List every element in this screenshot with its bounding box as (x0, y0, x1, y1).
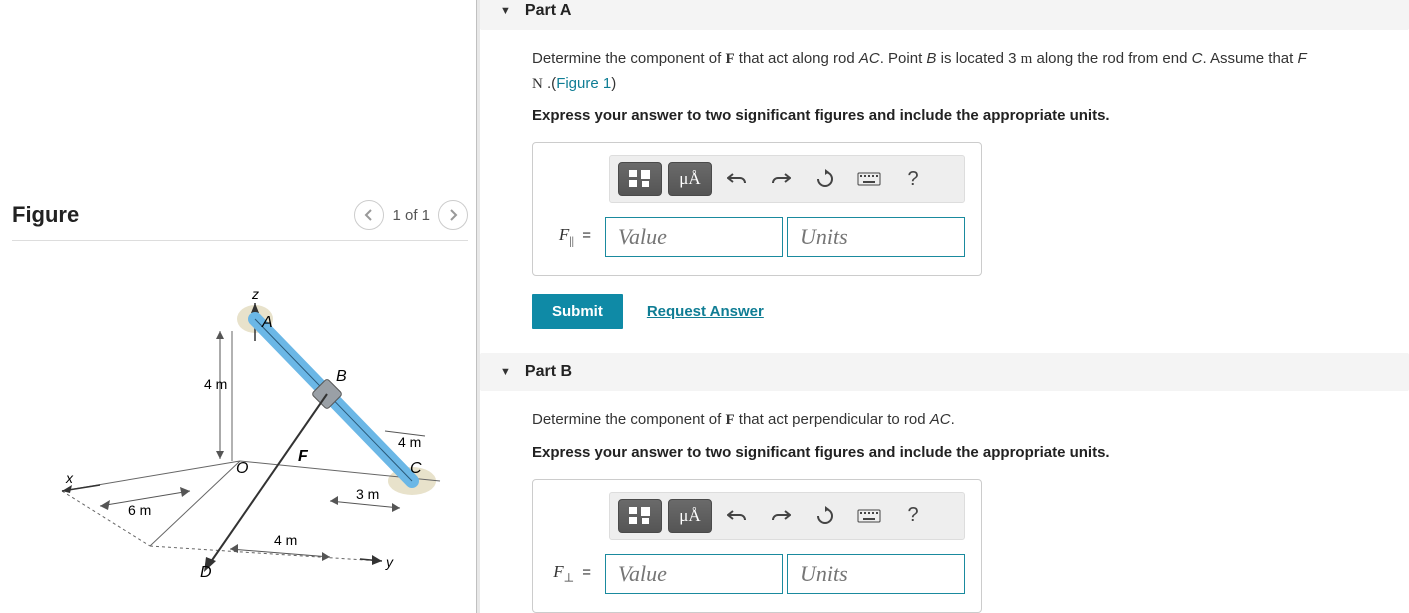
redo-button[interactable] (762, 499, 800, 533)
fraction-template-icon (627, 168, 653, 190)
part-a-prompt: Determine the component of F that act al… (532, 48, 1409, 71)
problem-panel: ▼ Part A Determine the component of F th… (480, 0, 1409, 613)
redo-icon (771, 171, 791, 187)
redo-button[interactable] (762, 162, 800, 196)
part-b-units-input[interactable] (787, 554, 965, 594)
pager-label: 1 of 1 (392, 207, 430, 224)
axis-x-label: x (65, 470, 74, 486)
collapse-triangle-icon: ▼ (500, 5, 511, 17)
undo-icon (727, 171, 747, 187)
figure-1-link[interactable]: Figure 1 (556, 75, 611, 92)
part-a-request-answer-link[interactable]: Request Answer (647, 303, 764, 320)
point-D-label: D (200, 564, 212, 581)
part-a-submit-button[interactable]: Submit (532, 294, 623, 329)
part-a-units-input[interactable] (787, 217, 965, 257)
chevron-right-icon (448, 209, 458, 221)
help-button[interactable]: ? (894, 162, 932, 196)
part-a-value-input[interactable] (605, 217, 783, 257)
part-b-toolbar: μÅ ? (609, 492, 965, 540)
undo-button[interactable] (718, 499, 756, 533)
keyboard-button[interactable] (850, 499, 888, 533)
dim-4m-left: 4 m (204, 376, 227, 392)
dim-4m-right: 4 m (398, 434, 421, 450)
keyboard-icon (857, 509, 881, 523)
part-a-toolbar: μÅ ? (609, 155, 965, 203)
keyboard-icon (857, 172, 881, 186)
part-a-answer-label: F|| = (549, 225, 601, 248)
part-a-answer-box: μÅ ? F|| = (532, 142, 982, 276)
point-O-label: O (236, 460, 248, 477)
part-b-answer-label: F⊥ = (549, 562, 601, 585)
figure-title: Figure (12, 202, 79, 228)
template-picker-button[interactable] (618, 499, 662, 533)
part-b-answer-box: μÅ ? F⊥ = (532, 479, 982, 613)
reset-icon (815, 169, 835, 189)
pager-prev-button[interactable] (354, 200, 384, 230)
part-a-answer-row: F|| = (549, 217, 965, 257)
keyboard-button[interactable] (850, 162, 888, 196)
part-b-header[interactable]: ▼ Part B (480, 353, 1409, 391)
part-a-body: Determine the component of F that act al… (480, 48, 1409, 353)
part-a-title: Part A (525, 2, 572, 20)
axis-y-label: y (385, 554, 394, 570)
help-button[interactable]: ? (894, 499, 932, 533)
fraction-template-icon (627, 505, 653, 527)
chevron-left-icon (364, 209, 374, 221)
figure-panel: Figure 1 of 1 (0, 0, 480, 613)
part-a-header[interactable]: ▼ Part A (480, 0, 1409, 30)
part-b-title: Part B (525, 363, 572, 381)
dim-4m-bottom: 4 m (274, 532, 297, 548)
part-b-answer-row: F⊥ = (549, 554, 965, 594)
part-b-instruction: Express your answer to two significant f… (532, 444, 1409, 461)
force-F-label: F (298, 448, 309, 465)
part-b-value-input[interactable] (605, 554, 783, 594)
template-picker-button[interactable] (618, 162, 662, 196)
pager-next-button[interactable] (438, 200, 468, 230)
dim-6m: 6 m (128, 502, 151, 518)
undo-icon (727, 508, 747, 524)
units-symbol-button[interactable]: μÅ (668, 162, 712, 196)
undo-button[interactable] (718, 162, 756, 196)
redo-icon (771, 508, 791, 524)
axis-z-label: z (251, 286, 259, 302)
part-a-instruction: Express your answer to two significant f… (532, 107, 1409, 124)
point-C-label: C (410, 460, 422, 477)
units-symbol-button[interactable]: μÅ (668, 499, 712, 533)
part-b-prompt: Determine the component of F that act pe… (532, 409, 1409, 432)
figure-header: Figure 1 of 1 (12, 200, 468, 241)
part-a-prompt-line2: N .(Figure 1) (532, 73, 1409, 96)
figure-diagram-svg: z x y A B C D O F 4 m 4 m 4 m 3 m 6 m (30, 281, 450, 601)
figure-pager: 1 of 1 (354, 200, 468, 230)
reset-button[interactable] (806, 162, 844, 196)
part-b-body: Determine the component of F that act pe… (480, 409, 1409, 613)
dim-3m: 3 m (356, 486, 379, 502)
point-B-label: B (336, 368, 347, 385)
part-a-submit-row: Submit Request Answer (532, 294, 1409, 329)
point-A-label: A (261, 314, 273, 331)
reset-icon (815, 506, 835, 526)
reset-button[interactable] (806, 499, 844, 533)
collapse-triangle-icon: ▼ (500, 366, 511, 378)
